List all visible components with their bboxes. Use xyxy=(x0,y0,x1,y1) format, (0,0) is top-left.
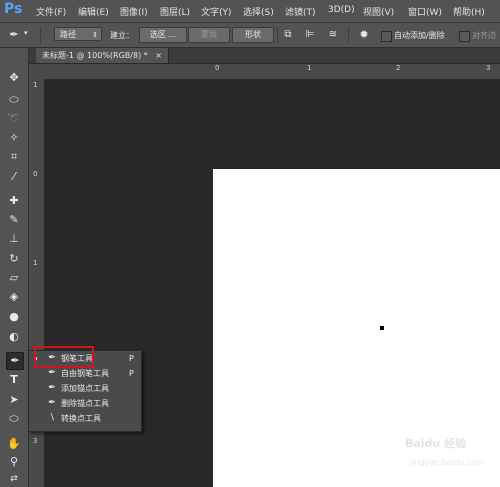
crop-tool-icon[interactable]: ⌗ xyxy=(6,149,22,165)
menu-3d[interactable]: 3D(D) xyxy=(328,5,355,15)
flyout-item-add-anchor-tool[interactable]: ✒ 添加锚点工具 xyxy=(29,382,141,395)
flyout-item-label: 转换点工具 xyxy=(61,414,101,423)
auto-add-delete-label: 自动添加/删除 xyxy=(394,31,445,40)
move-tool-icon[interactable]: ✥ xyxy=(6,70,22,86)
pen-tool-preset-icon[interactable]: ✒ xyxy=(6,27,22,43)
baidu-watermark: Baidu 经验 xyxy=(405,437,467,450)
menu-edit[interactable]: 编辑(E) xyxy=(78,5,109,18)
baidu-watermark-url: jingyan.baidu.com xyxy=(410,458,484,467)
ruler-label: 1 xyxy=(307,64,312,72)
clone-stamp-tool-icon[interactable]: ⊥ xyxy=(6,231,22,247)
swap-colors-icon[interactable]: ⇄ xyxy=(6,471,22,487)
tools-panel: ✥ ⬭ ➰ ✧ ⌗ ⁄ ✚ ✎ ⊥ ↻ ▱ ◈ ● ◐ ✒ T ➤ ⬭ ✋ ⚲ … xyxy=(0,48,29,487)
mode-select-value: 路径 xyxy=(60,30,76,39)
divider xyxy=(348,27,349,43)
type-tool-icon[interactable]: T xyxy=(6,372,22,388)
flyout-item-shortcut: P xyxy=(129,354,134,363)
path-alignment-icon[interactable]: ⊫ xyxy=(302,27,318,43)
selection-button[interactable]: 选区 ... xyxy=(139,27,187,43)
anchor-point[interactable] xyxy=(380,326,384,330)
paint-bucket-tool-icon[interactable]: ◈ xyxy=(6,289,22,305)
menu-image[interactable]: 图像(I) xyxy=(120,5,148,18)
brush-tool-icon[interactable]: ✎ xyxy=(6,212,22,228)
menu-view[interactable]: 视图(V) xyxy=(363,5,394,18)
close-icon[interactable]: × xyxy=(155,51,162,60)
menu-file[interactable]: 文件(F) xyxy=(36,5,66,18)
mode-select[interactable]: 路径 ⇕ xyxy=(54,27,102,41)
flyout-item-convert-point-tool[interactable]: ∖ 转换点工具 xyxy=(29,412,141,425)
zoom-tool-icon[interactable]: ⚲ xyxy=(6,454,22,470)
convert-point-icon: ∖ xyxy=(49,413,55,423)
flyout-item-delete-anchor-tool[interactable]: ✒ 删除锚点工具 xyxy=(29,397,141,410)
healing-brush-tool-icon[interactable]: ✚ xyxy=(6,193,22,209)
menu-bar: Ps 文件(F) 编辑(E) 图像(I) 图层(L) 文字(Y) 选择(S) 滤… xyxy=(0,0,500,23)
ruler-label: 1 xyxy=(33,259,38,267)
marquee-tool-icon[interactable]: ⬭ xyxy=(6,92,22,108)
ruler-label: 0 xyxy=(33,170,38,178)
ruler-corner xyxy=(29,64,45,80)
dodge-tool-icon[interactable]: ◐ xyxy=(6,329,22,345)
document-tab-title: 未标题-1 @ 100%(RGB/8) * xyxy=(42,51,148,60)
eyedropper-tool-icon[interactable]: ⁄ xyxy=(6,169,22,185)
highlight-box xyxy=(34,346,94,368)
divider xyxy=(40,27,41,43)
horizontal-ruler[interactable]: 0 1 2 3 xyxy=(44,64,500,80)
blur-tool-icon[interactable]: ● xyxy=(6,309,22,325)
ellipse-tool-icon[interactable]: ⬭ xyxy=(6,411,22,427)
flyout-item-shortcut: P xyxy=(129,369,134,378)
menu-help[interactable]: 帮助(H) xyxy=(453,5,485,18)
path-arrangement-icon[interactable]: ≋ xyxy=(325,27,341,43)
delete-anchor-icon: ✒ xyxy=(48,398,56,408)
pen-tool-icon[interactable]: ✒ xyxy=(6,352,24,370)
hand-tool-icon[interactable]: ✋ xyxy=(6,436,22,452)
freeform-pen-icon: ✒ xyxy=(48,368,56,378)
photoshop-logo: Ps xyxy=(4,1,23,17)
gear-icon[interactable]: ✹ xyxy=(356,27,372,43)
path-selection-tool-icon[interactable]: ➤ xyxy=(6,392,22,408)
menu-type[interactable]: 文字(Y) xyxy=(201,5,232,18)
preset-dropdown-arrow-icon[interactable]: ▾ xyxy=(24,29,28,37)
align-edges-label: 对齐边 xyxy=(472,31,496,40)
menu-window[interactable]: 窗口(W) xyxy=(408,5,442,18)
document-tab-bar: 未标题-1 @ 100%(RGB/8) * × xyxy=(28,48,500,64)
ruler-label: 3 xyxy=(486,64,491,72)
mask-button[interactable]: 蒙版 xyxy=(188,27,230,43)
chevron-updown-icon: ⇕ xyxy=(92,31,98,39)
ruler-label: 3 xyxy=(33,437,38,445)
menu-layer[interactable]: 图层(L) xyxy=(160,5,190,18)
flyout-item-label: 自由钢笔工具 xyxy=(61,369,109,378)
menu-select[interactable]: 选择(S) xyxy=(243,5,274,18)
add-anchor-icon: ✒ xyxy=(48,383,56,393)
flyout-item-label: 添加锚点工具 xyxy=(61,384,109,393)
menu-filter[interactable]: 滤镜(T) xyxy=(285,5,316,18)
ruler-label: 2 xyxy=(396,64,401,72)
ruler-label: 0 xyxy=(215,64,220,72)
history-brush-tool-icon[interactable]: ↻ xyxy=(6,251,22,267)
auto-add-delete-checkbox[interactable] xyxy=(381,31,392,42)
shape-button[interactable]: 形状 xyxy=(232,27,274,43)
ruler-label: 1 xyxy=(33,81,38,89)
document-tab[interactable]: 未标题-1 @ 100%(RGB/8) * × xyxy=(36,48,169,63)
magic-wand-tool-icon[interactable]: ✧ xyxy=(6,130,22,146)
build-label: 建立： xyxy=(110,31,134,40)
flyout-item-freeform-pen-tool[interactable]: ✒ 自由钢笔工具 P xyxy=(29,367,141,380)
divider xyxy=(277,27,278,43)
path-operations-icon[interactable]: ⧉ xyxy=(280,27,296,43)
eraser-tool-icon[interactable]: ▱ xyxy=(6,270,22,286)
align-edges-checkbox[interactable] xyxy=(459,31,470,42)
lasso-tool-icon[interactable]: ➰ xyxy=(6,111,22,127)
flyout-item-label: 删除锚点工具 xyxy=(61,399,109,408)
options-bar: ✒ ▾ 路径 ⇕ 建立： 选区 ... 蒙版 形状 ⧉ ⊫ ≋ ✹ 自动添加/删… xyxy=(0,23,500,48)
